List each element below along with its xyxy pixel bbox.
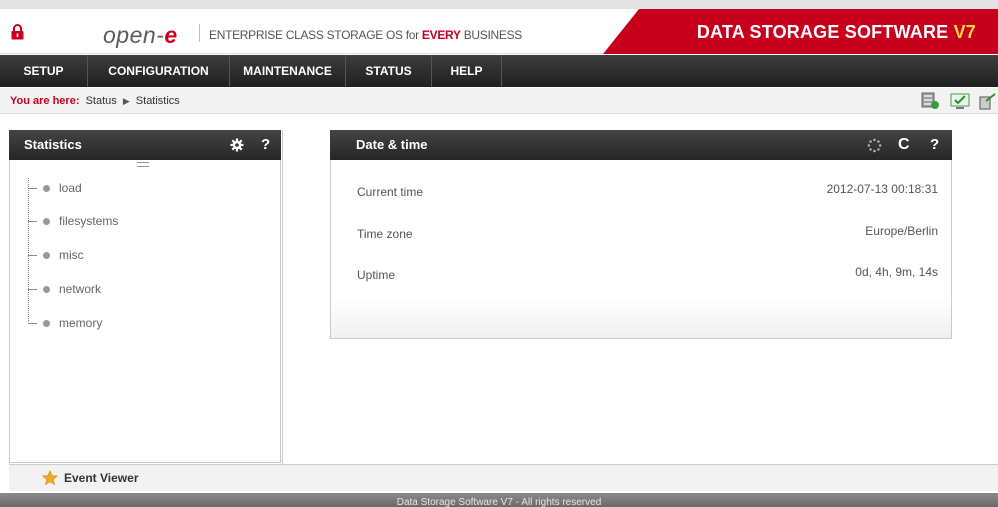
page: open-e ENTERPRISE CLASS STORAGE OS for E… (0, 0, 998, 507)
bullet-icon (43, 185, 50, 193)
datetime-help-icon[interactable]: ? (930, 130, 939, 160)
footer: Data Storage Software V7 - All rights re… (0, 493, 998, 507)
current-time-value: 2012-07-13 00:18:31 (826, 182, 938, 196)
tagline-highlight: EVERY (421, 28, 461, 42)
tree-item-load[interactable]: load (28, 179, 82, 197)
panel-divider[interactable] (282, 130, 283, 464)
current-time-label: Current time (357, 185, 424, 199)
brand-bar: open-e ENTERPRISE CLASS STORAGE OS for E… (0, 9, 998, 54)
refresh-icon[interactable]: C (898, 130, 910, 160)
tree-item-misc[interactable]: misc (28, 246, 84, 264)
logo-e: e (164, 22, 178, 48)
bullet-icon (43, 218, 50, 226)
star-icon (42, 470, 58, 486)
tree-item-label: filesystems (59, 214, 119, 228)
logo-text: open- (103, 22, 165, 48)
breadcrumb-prefix: You are here: (10, 95, 80, 107)
product-banner: DATA STORAGE SOFTWARE V7 (603, 9, 998, 54)
monitor-icon[interactable] (950, 91, 970, 111)
tree-item-label: network (59, 282, 102, 296)
tree-item-label: load (59, 181, 82, 195)
gear-icon[interactable] (230, 138, 244, 152)
storage-icon[interactable] (920, 91, 940, 111)
tagline-divider (199, 24, 200, 42)
breadcrumb-item-statistics: Statistics (135, 95, 180, 107)
time-zone-value: Europe/Berlin (865, 224, 938, 238)
tagline-prefix: ENTERPRISE CLASS STORAGE OS for (209, 28, 422, 42)
tree-item-label: memory (59, 316, 103, 330)
main-nav: SETUP CONFIGURATION MAINTENANCE STATUS H… (0, 55, 998, 87)
event-viewer-link[interactable]: Event Viewer (64, 471, 138, 485)
logo: open-e (103, 22, 178, 49)
logout-icon[interactable] (978, 91, 998, 111)
time-zone-label: Time zone (357, 227, 413, 241)
breadcrumb-arrow-icon: ▶ (122, 96, 130, 106)
tagline-suffix: BUSINESS (460, 28, 523, 42)
bullet-icon (43, 252, 50, 260)
nav-configuration[interactable]: CONFIGURATION (88, 55, 230, 87)
product-title: DATA STORAGE SOFTWARE V7 (697, 22, 976, 43)
tree-item-label: misc (59, 248, 84, 262)
bullet-icon (43, 286, 50, 294)
statistics-help-icon[interactable]: ? (261, 130, 270, 160)
resize-grip[interactable] (137, 162, 149, 167)
uptime-value: 0d, 4h, 9m, 14s (855, 265, 938, 279)
tagline: ENTERPRISE CLASS STORAGE OS for EVERY BU… (209, 28, 522, 42)
datetime-panel-header: Date & time (330, 130, 952, 160)
bullet-icon (43, 320, 50, 328)
event-viewer-bar (9, 464, 998, 491)
product-version: V7 (953, 22, 976, 42)
nav-setup[interactable]: SETUP (0, 55, 88, 87)
loading-spinner-icon (867, 138, 882, 153)
lock-icon (11, 24, 24, 40)
nav-help[interactable]: HELP (432, 55, 502, 87)
top-strip (0, 0, 998, 9)
tree-item-network[interactable]: network (28, 280, 101, 298)
datetime-panel (330, 130, 952, 339)
tree-item-memory[interactable]: memory (28, 314, 102, 332)
product-title-text: DATA STORAGE SOFTWARE (696, 22, 954, 42)
breadcrumb-item-status[interactable]: Status (86, 95, 117, 107)
uptime-label: Uptime (357, 268, 396, 282)
nav-status[interactable]: STATUS (346, 55, 432, 87)
breadcrumb: You are here: Status ▶ Statistics (0, 88, 998, 114)
nav-maintenance[interactable]: MAINTENANCE (230, 55, 346, 87)
datetime-panel-title: Date & time (356, 137, 428, 152)
statistics-panel-title: Statistics (24, 137, 82, 152)
tree-item-filesystems[interactable]: filesystems (28, 212, 118, 230)
